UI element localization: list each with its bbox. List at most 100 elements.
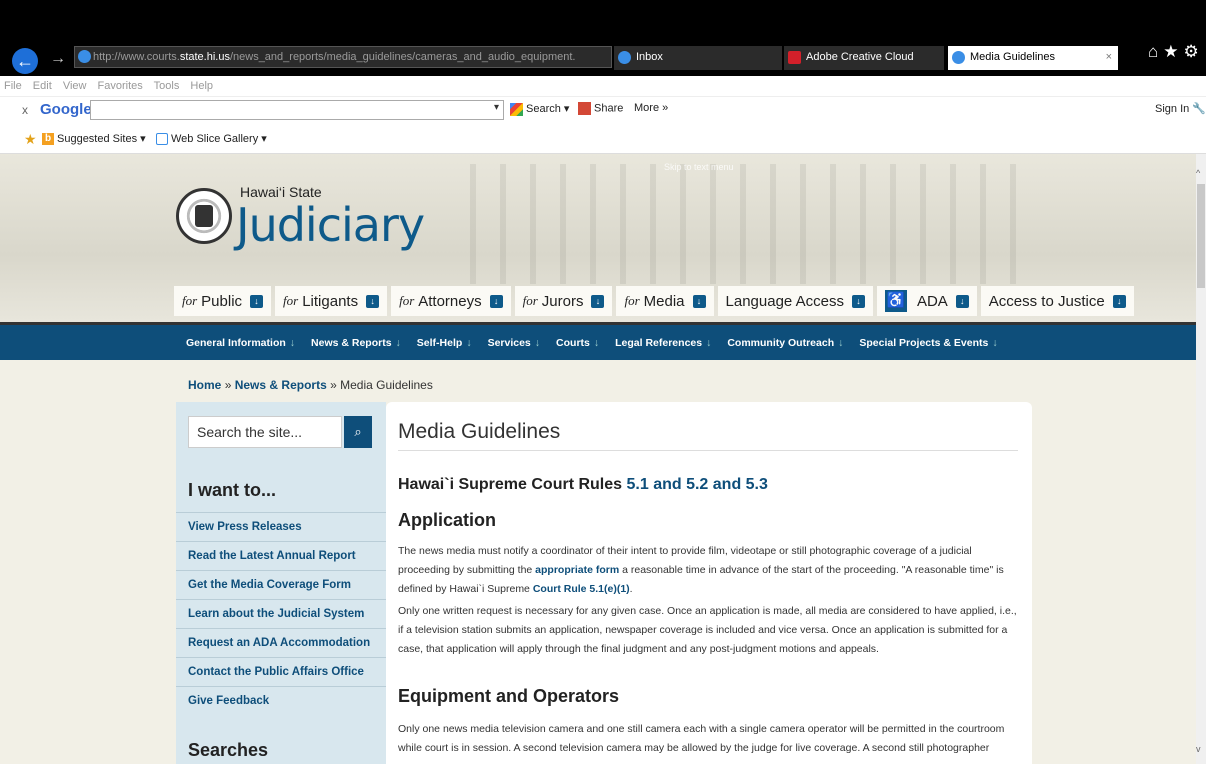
- ie-icon: [952, 51, 965, 64]
- chevron-down-icon[interactable]: v: [1196, 744, 1201, 754]
- nav-community-outreach[interactable]: Community Outreach ↓: [727, 337, 843, 349]
- audience-litigants[interactable]: for Litigants ↓: [275, 286, 388, 316]
- audience-ada[interactable]: ♿ ADA ↓: [876, 286, 977, 316]
- skip-link[interactable]: Skip to text menu: [664, 162, 734, 172]
- sidebar: Search the site... ⌕ I want to... View P…: [176, 402, 386, 764]
- search-button[interactable]: ⌕: [344, 416, 372, 448]
- audience-language-access[interactable]: Language Access ↓: [717, 286, 873, 316]
- menu-edit[interactable]: Edit: [33, 80, 52, 92]
- close-icon[interactable]: x: [22, 103, 28, 117]
- home-favorites-settings-icon[interactable]: ⌂★⚙: [1148, 42, 1204, 62]
- audience-media[interactable]: for Media ↓: [616, 286, 714, 316]
- tab-media-guidelines[interactable]: Media Guidelines ×: [948, 46, 1118, 70]
- breadcrumb-news-reports[interactable]: News & Reports: [235, 378, 327, 392]
- nav-self-help[interactable]: Self-Help ↓: [417, 337, 472, 349]
- page-scrollbar[interactable]: ^ v: [1196, 154, 1206, 764]
- nav-label: News & Reports: [311, 336, 392, 349]
- nav-legal-references[interactable]: Legal References ↓: [615, 337, 711, 349]
- nav-general-information[interactable]: General Information ↓: [186, 337, 295, 349]
- nav-label: Services: [487, 336, 531, 349]
- tab-label: Media Guidelines: [970, 51, 1055, 63]
- court-rule-link[interactable]: Court Rule 5.1(e)(1): [533, 583, 630, 595]
- page: Skip to text menu Hawai‘i State Judiciar…: [0, 154, 1196, 764]
- google-search-input[interactable]: ▾: [90, 100, 504, 120]
- audience-label: Public: [201, 292, 243, 310]
- down-arrow-icon: ↓: [489, 294, 503, 308]
- rules-heading: Hawai`i Supreme Court Rules 5.1 and 5.2 …: [398, 476, 768, 494]
- ie-icon: [78, 50, 91, 63]
- rules-link[interactable]: 5.1 and 5.2 and 5.3: [627, 476, 768, 493]
- application-paragraph-1: The news media must notify a coordinator…: [398, 542, 1024, 599]
- down-arrow-icon: ↓: [851, 294, 865, 308]
- nav-news-reports[interactable]: News & Reports ↓: [311, 337, 401, 349]
- search-label: Search ▾: [526, 103, 570, 115]
- appropriate-form-link[interactable]: appropriate form: [535, 564, 619, 576]
- nav-services[interactable]: Services ↓: [488, 337, 540, 349]
- url-path: /news_and_reports/media_guidelines/camer…: [229, 51, 576, 63]
- breadcrumb: Home » News & Reports » Media Guidelines: [188, 378, 433, 392]
- building-image: [470, 164, 1030, 284]
- nav-special-projects[interactable]: Special Projects & Events ↓: [859, 337, 997, 349]
- link-give-feedback[interactable]: Give Feedback: [176, 686, 386, 715]
- down-arrow-icon: ↓: [992, 336, 998, 349]
- down-arrow-icon: ↓: [289, 336, 296, 349]
- close-tab-icon[interactable]: ×: [1106, 46, 1112, 68]
- for-label: for: [399, 293, 415, 308]
- adobe-icon: [788, 51, 801, 64]
- nav-label: General Information: [186, 336, 286, 349]
- judiciary-seal-logo[interactable]: [176, 188, 232, 244]
- audience-public[interactable]: for Public ↓: [174, 286, 272, 316]
- favorites-star-icon[interactable]: ★: [24, 131, 37, 148]
- rules-prefix: Hawai`i Supreme Court Rules: [398, 476, 627, 493]
- google-search-button[interactable]: Search ▾: [510, 102, 569, 116]
- scrollbar-thumb[interactable]: [1197, 184, 1205, 288]
- audience-jurors[interactable]: for Jurors ↓: [514, 286, 613, 316]
- google-more-button[interactable]: More »: [634, 102, 668, 114]
- link-judicial-system[interactable]: Learn about the Judicial System: [176, 599, 386, 628]
- back-button[interactable]: ←: [12, 48, 38, 74]
- menu-help[interactable]: Help: [190, 80, 213, 92]
- tab-inbox[interactable]: Inbox: [614, 46, 782, 70]
- web-slice-gallery[interactable]: Web Slice Gallery ▾: [156, 132, 267, 146]
- down-arrow-icon: ↓: [591, 294, 605, 308]
- site-logo-title[interactable]: Judiciary: [236, 198, 425, 252]
- nav-label: Legal References: [615, 336, 703, 349]
- down-arrow-icon: ↓: [250, 294, 264, 308]
- breadcrumb-current: Media Guidelines: [340, 378, 433, 392]
- menu-view[interactable]: View: [63, 80, 87, 92]
- tab-adobe[interactable]: Adobe Creative Cloud: [784, 46, 944, 70]
- google-share-button[interactable]: Share: [578, 102, 623, 115]
- title-divider: [398, 450, 1018, 451]
- tab-label: Adobe Creative Cloud: [806, 51, 914, 63]
- link-media-coverage-form[interactable]: Get the Media Coverage Form: [176, 570, 386, 599]
- address-bar[interactable]: http://www.courts.state.hi.us/news_and_r…: [74, 46, 612, 68]
- down-arrow-icon: ↓: [955, 294, 969, 308]
- breadcrumb-separator: »: [330, 378, 337, 392]
- link-annual-report[interactable]: Read the Latest Annual Report: [176, 541, 386, 570]
- breadcrumb-home[interactable]: Home: [188, 378, 221, 392]
- link-ada-accommodation[interactable]: Request an ADA Accommodation: [176, 628, 386, 657]
- audience-attorneys[interactable]: for Attorneys ↓: [391, 286, 511, 316]
- title-bar: [0, 0, 1206, 36]
- audience-label: Access to Justice: [988, 292, 1105, 310]
- link-view-press-releases[interactable]: View Press Releases: [176, 512, 386, 541]
- paragraph-text: .: [629, 583, 633, 595]
- chevron-down-icon[interactable]: ▾: [494, 102, 499, 113]
- suggested-sites[interactable]: b Suggested Sites ▾: [42, 132, 146, 146]
- ie-icon: [618, 51, 631, 64]
- audience-access-to-justice[interactable]: Access to Justice ↓: [980, 286, 1134, 316]
- menu-favorites[interactable]: Favorites: [98, 80, 143, 92]
- menu-tools[interactable]: Tools: [154, 80, 180, 92]
- menu-file[interactable]: File: [4, 80, 22, 92]
- nav-courts[interactable]: Courts ↓: [556, 337, 599, 349]
- forward-button[interactable]: →: [50, 50, 66, 68]
- url-prefix: http://www.courts.: [93, 51, 180, 63]
- down-arrow-icon: ↓: [366, 294, 380, 308]
- link-public-affairs[interactable]: Contact the Public Affairs Office: [176, 657, 386, 686]
- main-nav: General Information ↓ News & Reports ↓ Sel…: [0, 322, 1196, 360]
- sign-in-button[interactable]: Sign In 🔧: [1155, 102, 1206, 115]
- site-search-input[interactable]: Search the site...: [188, 416, 342, 448]
- url-host: state.hi.us: [179, 51, 230, 63]
- searches-heading: Searches: [188, 740, 269, 760]
- chevron-up-icon[interactable]: ^: [1196, 168, 1200, 178]
